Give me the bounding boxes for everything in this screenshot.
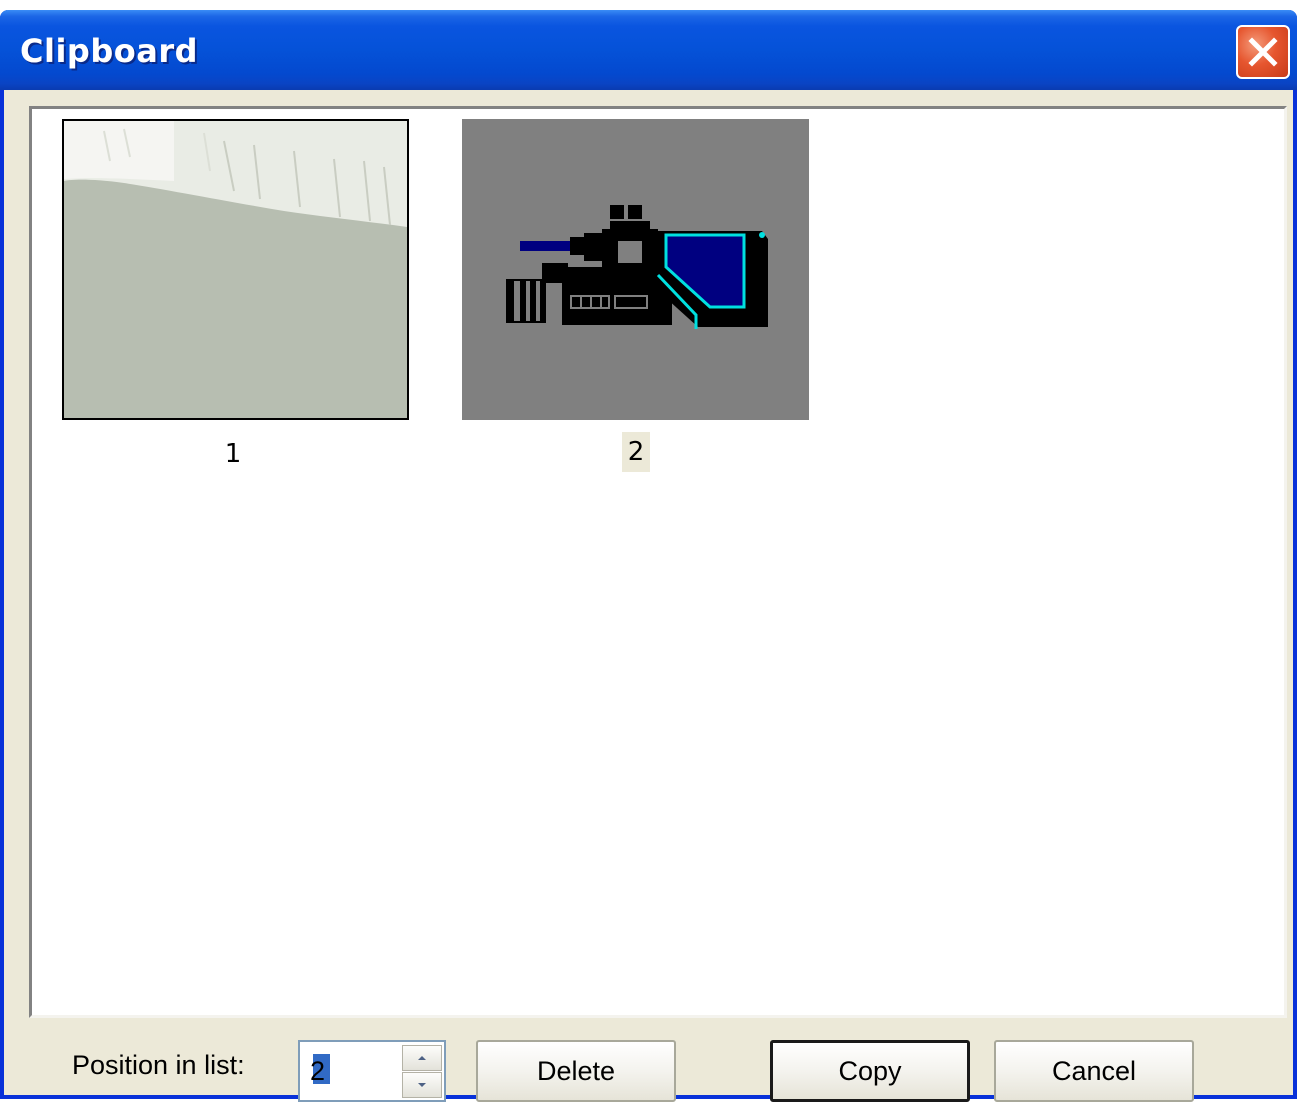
image-thumbnail-icon [64,121,407,418]
close-button[interactable] [1236,25,1290,79]
spin-down-icon [418,1083,426,1087]
clipboard-item-1-label[interactable]: 1 [213,434,253,474]
clipboard-dialog: Clipboard 1 2 Position in list: 2 Delete… [0,10,1297,1102]
copy-button[interactable]: Copy [770,1040,970,1102]
spin-down-button[interactable] [402,1072,442,1098]
close-icon [1248,37,1278,67]
position-input[interactable] [310,1052,395,1090]
clipboard-item-1-thumbnail[interactable] [62,119,409,420]
video-camera-icon [462,119,809,420]
clipboard-item-2-label[interactable]: 2 [622,432,650,472]
clipboard-item-2-thumbnail[interactable] [462,119,809,420]
window-title: Clipboard [20,32,198,70]
title-bar[interactable]: Clipboard [0,10,1297,90]
clipboard-list[interactable]: 1 2 [29,106,1287,1018]
spin-up-button[interactable] [402,1045,442,1071]
spin-up-icon [418,1056,426,1060]
cancel-button[interactable]: Cancel [994,1040,1194,1102]
position-spinner[interactable] [298,1040,446,1102]
position-label: Position in list: [72,1050,245,1080]
delete-button[interactable]: Delete [476,1040,676,1102]
